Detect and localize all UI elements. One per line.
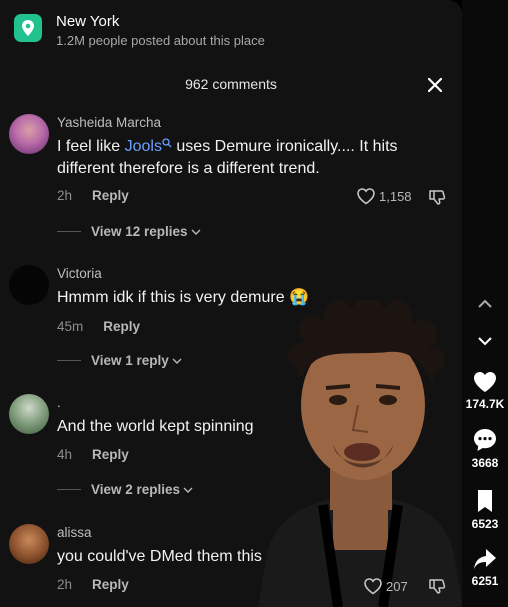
- comments-panel: New York 1.2M people posted about this p…: [0, 0, 462, 607]
- comment-meta: 45m Reply: [57, 319, 140, 334]
- view-replies-label: View 2 replies: [91, 482, 181, 497]
- comment-meta: 2h Reply: [57, 577, 129, 592]
- heart-outline-icon: [364, 578, 382, 595]
- share-action[interactable]: 6251: [462, 547, 508, 588]
- dislike-icon[interactable]: [428, 577, 446, 600]
- comment-author[interactable]: Yasheida Marcha: [57, 115, 161, 130]
- comment-time: 2h: [57, 577, 73, 592]
- comment-time: 45m: [57, 319, 84, 334]
- comment-time: 4h: [57, 447, 73, 462]
- close-icon[interactable]: [424, 74, 446, 96]
- share-icon: [474, 549, 496, 569]
- view-replies-label: View 1 reply: [91, 353, 169, 368]
- like-count: 207: [386, 578, 408, 594]
- reply-button[interactable]: Reply: [92, 577, 129, 592]
- chevron-down-icon: [191, 229, 201, 235]
- comment-action[interactable]: 3668: [462, 427, 508, 470]
- reply-button[interactable]: Reply: [103, 319, 140, 334]
- heart-outline-icon: [357, 188, 375, 205]
- comments-count-rail: 3668: [471, 456, 499, 470]
- comment-author[interactable]: .: [57, 395, 61, 410]
- chevron-down-icon: [172, 358, 182, 364]
- avatar[interactable]: [9, 524, 49, 564]
- chevron-down-icon[interactable]: [476, 334, 494, 348]
- location-title: New York: [56, 13, 120, 30]
- view-replies[interactable]: View 2 replies: [57, 482, 193, 497]
- avatar[interactable]: [9, 265, 49, 305]
- like-control[interactable]: 207: [363, 577, 408, 595]
- comment-icon: [474, 429, 496, 451]
- divider-line: [57, 489, 81, 490]
- comment-author[interactable]: alissa: [57, 525, 92, 540]
- location-header[interactable]: New York 1.2M people posted about this p…: [14, 12, 265, 50]
- comment-meta: 2h Reply: [57, 188, 129, 203]
- reply-button[interactable]: Reply: [92, 188, 129, 203]
- reply-button[interactable]: Reply: [92, 447, 129, 462]
- divider-line: [57, 231, 81, 232]
- save-action[interactable]: 6523: [462, 488, 508, 531]
- bookmark-icon: [478, 490, 492, 512]
- comment-time: 2h: [57, 188, 73, 203]
- mention-link[interactable]: Jools: [125, 138, 162, 155]
- comment-text: I feel like Jools uses Demure ironically…: [57, 136, 447, 180]
- comment-text-start: I feel like: [57, 138, 125, 155]
- location-pin-icon: [14, 14, 42, 42]
- view-replies[interactable]: View 1 reply: [57, 353, 182, 368]
- likes-count: 174.7K: [465, 397, 505, 411]
- comments-count: 962 comments: [185, 76, 277, 92]
- creator-video-overlay: [258, 300, 462, 607]
- search-icon: [162, 138, 172, 148]
- avatar[interactable]: [9, 114, 49, 154]
- view-replies-label: View 12 replies: [91, 224, 188, 239]
- comment-author[interactable]: Victoria: [57, 266, 102, 281]
- heart-icon: [474, 372, 496, 392]
- location-subtitle: 1.2M people posted about this place: [56, 33, 265, 48]
- chevron-up-icon[interactable]: [476, 297, 494, 311]
- dislike-icon[interactable]: [428, 188, 446, 211]
- chevron-down-icon: [183, 487, 193, 493]
- like-count: 1,158: [379, 188, 412, 204]
- shares-count: 6251: [471, 574, 499, 588]
- view-replies[interactable]: View 12 replies: [57, 224, 201, 239]
- saves-count: 6523: [471, 517, 499, 531]
- like-control[interactable]: 1,158: [356, 187, 412, 205]
- comment-meta: 4h Reply: [57, 447, 129, 462]
- avatar[interactable]: [9, 394, 49, 434]
- divider-line: [57, 360, 81, 361]
- like-action[interactable]: 174.7K: [462, 370, 508, 411]
